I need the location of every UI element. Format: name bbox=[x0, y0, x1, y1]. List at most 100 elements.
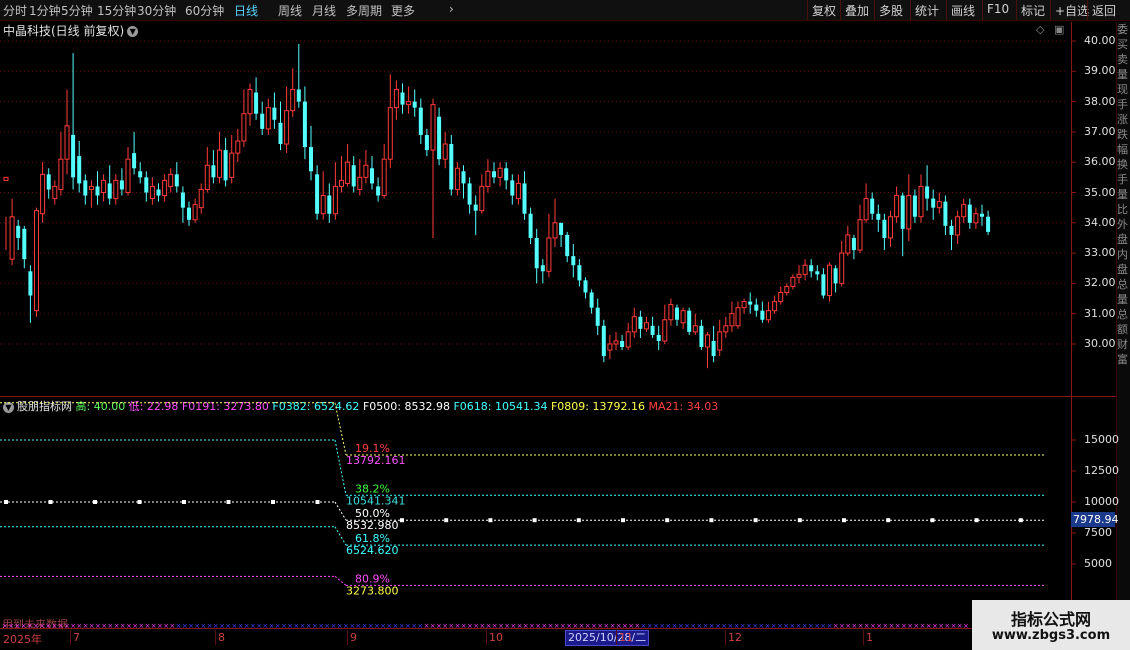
signal-mark: × bbox=[882, 622, 888, 630]
candle-body bbox=[528, 213, 533, 238]
candle-body bbox=[247, 88, 253, 115]
signal-mark: × bbox=[765, 622, 771, 630]
signal-mark: × bbox=[833, 622, 839, 630]
candle-body bbox=[198, 188, 204, 209]
level-marker bbox=[271, 500, 275, 504]
signal-mark: × bbox=[52, 622, 58, 630]
signal-mark: × bbox=[120, 622, 126, 630]
signal-mark: × bbox=[14, 622, 20, 630]
signal-mark: × bbox=[169, 622, 175, 630]
candle-body bbox=[925, 186, 930, 199]
signal-mark: × bbox=[566, 622, 572, 630]
candle-body bbox=[473, 204, 478, 211]
time-tick bbox=[486, 630, 487, 645]
signal-mark: × bbox=[101, 622, 107, 630]
candle-body bbox=[40, 173, 46, 215]
time-tick bbox=[616, 630, 617, 645]
candle-body bbox=[741, 301, 747, 309]
candle-body bbox=[833, 268, 838, 284]
candle-body bbox=[668, 304, 674, 321]
time-month-label: 9 bbox=[350, 631, 357, 644]
signal-mark: × bbox=[2, 622, 8, 630]
candle-body bbox=[204, 164, 210, 190]
price-label: 39.00 bbox=[1084, 64, 1116, 78]
candle-body bbox=[22, 228, 27, 260]
fib-level-value: 10541.341 bbox=[346, 494, 406, 507]
signal-mark: × bbox=[145, 622, 151, 630]
signal-mark: × bbox=[151, 622, 157, 630]
signal-mark: × bbox=[126, 622, 132, 630]
signal-mark: × bbox=[715, 622, 721, 630]
candle-body bbox=[845, 234, 851, 254]
signal-mark: × bbox=[827, 622, 833, 630]
candle-body bbox=[546, 237, 552, 272]
level-marker bbox=[665, 518, 670, 523]
time-year-label: 2025年 bbox=[3, 633, 42, 646]
signal-mark: × bbox=[107, 622, 113, 630]
candle-body bbox=[980, 213, 984, 217]
signal-mark: × bbox=[76, 622, 82, 630]
signal-mark: × bbox=[225, 622, 231, 630]
signal-mark: × bbox=[672, 622, 678, 630]
signal-mark: × bbox=[8, 622, 14, 630]
signal-mark: × bbox=[293, 622, 299, 630]
candle-body bbox=[332, 185, 338, 215]
signal-mark: × bbox=[238, 622, 244, 630]
level-marker bbox=[930, 518, 935, 523]
level-marker bbox=[226, 500, 231, 504]
candle-body bbox=[387, 107, 393, 160]
candle-body bbox=[973, 213, 979, 224]
candle-body bbox=[223, 150, 228, 181]
candle-body bbox=[144, 177, 149, 193]
fib-level-value: 6524.620 bbox=[346, 544, 399, 557]
signal-mark: × bbox=[610, 622, 616, 630]
signal-mark: × bbox=[585, 622, 591, 630]
candle-body bbox=[113, 179, 119, 200]
signal-mark: × bbox=[157, 622, 163, 630]
signal-mark: × bbox=[244, 622, 250, 630]
candle-body bbox=[363, 164, 369, 178]
signal-mark: × bbox=[492, 622, 498, 630]
candle-body bbox=[595, 307, 600, 326]
signal-mark: × bbox=[132, 622, 138, 630]
candle-body bbox=[571, 256, 576, 266]
signal-mark: × bbox=[318, 622, 324, 630]
level-marker bbox=[576, 518, 581, 523]
signal-mark: × bbox=[517, 622, 523, 630]
signal-mark: × bbox=[417, 622, 423, 630]
signal-mark: × bbox=[250, 622, 256, 630]
signal-mark: × bbox=[362, 622, 368, 630]
candle-body bbox=[961, 204, 967, 218]
candle-body bbox=[717, 331, 723, 351]
level-marker bbox=[315, 500, 320, 504]
signal-mark: × bbox=[758, 622, 764, 630]
time-tick bbox=[347, 630, 348, 645]
signal-mark: × bbox=[554, 622, 560, 630]
signal-mark: × bbox=[200, 622, 206, 630]
candle-body bbox=[180, 192, 185, 208]
candle-body bbox=[406, 101, 412, 106]
kline-chart[interactable]: 19.1%13792.16138.2%10541.34150.0%8532.98… bbox=[0, 0, 1130, 650]
signal-mark: × bbox=[287, 622, 293, 630]
candle-body bbox=[504, 168, 509, 181]
candle-body bbox=[857, 219, 863, 251]
signal-mark: × bbox=[851, 622, 857, 630]
level-marker bbox=[400, 518, 404, 523]
candle-body bbox=[735, 307, 741, 327]
signal-mark: × bbox=[876, 622, 882, 630]
candle-body bbox=[320, 195, 326, 215]
level-marker bbox=[48, 500, 53, 504]
signal-mark: × bbox=[901, 622, 907, 630]
candle-body bbox=[559, 222, 564, 235]
candle-body bbox=[168, 173, 174, 187]
candle-body bbox=[315, 174, 320, 214]
signal-mark: × bbox=[510, 622, 516, 630]
candle-body bbox=[809, 265, 814, 272]
candle-body bbox=[284, 110, 290, 145]
candle-body bbox=[796, 273, 802, 278]
candle-body bbox=[699, 325, 704, 348]
signal-mark: × bbox=[479, 622, 485, 630]
signal-mark: × bbox=[808, 622, 814, 630]
candle-body bbox=[931, 198, 936, 208]
signal-mark: × bbox=[114, 622, 120, 630]
